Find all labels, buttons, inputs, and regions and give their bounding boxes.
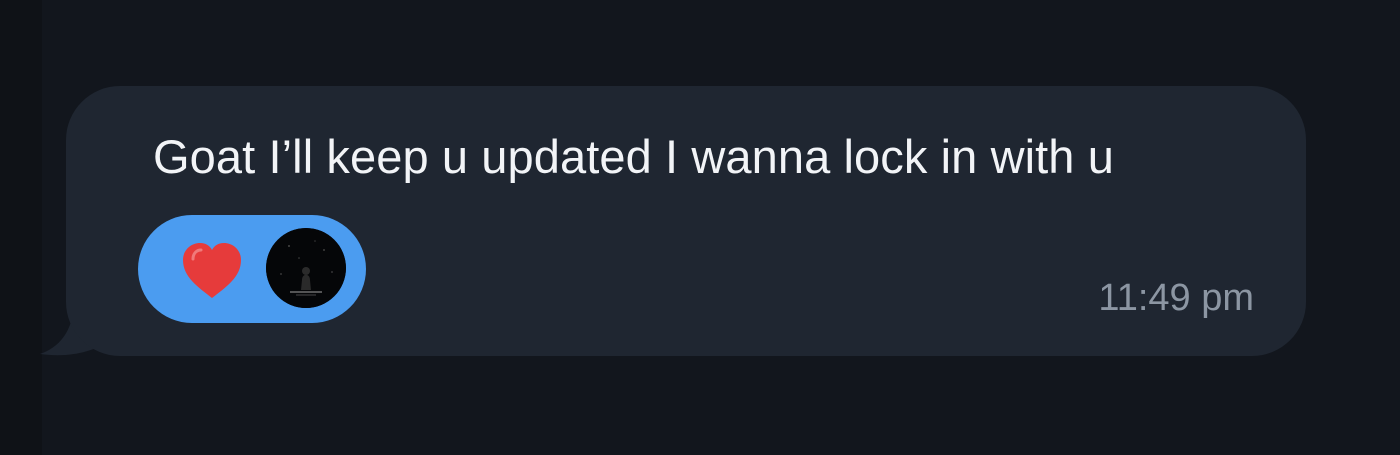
message-timestamp: 11:49 pm xyxy=(1098,277,1254,319)
message-bubble[interactable]: Goat I’ll keep u updated I wanna lock in… xyxy=(66,86,1306,356)
heart-icon xyxy=(183,243,241,298)
sidebar-edge xyxy=(0,0,42,455)
message-text: Goat I’ll keep u updated I wanna lock in… xyxy=(153,130,1114,183)
chat-area: Goat I’ll keep u updated I wanna lock in… xyxy=(0,0,1400,455)
message-bubble-container[interactable]: Goat I’ll keep u updated I wanna lock in… xyxy=(40,86,1306,358)
reaction-pill[interactable] xyxy=(138,215,366,323)
avatar-icon[interactable] xyxy=(266,228,346,308)
